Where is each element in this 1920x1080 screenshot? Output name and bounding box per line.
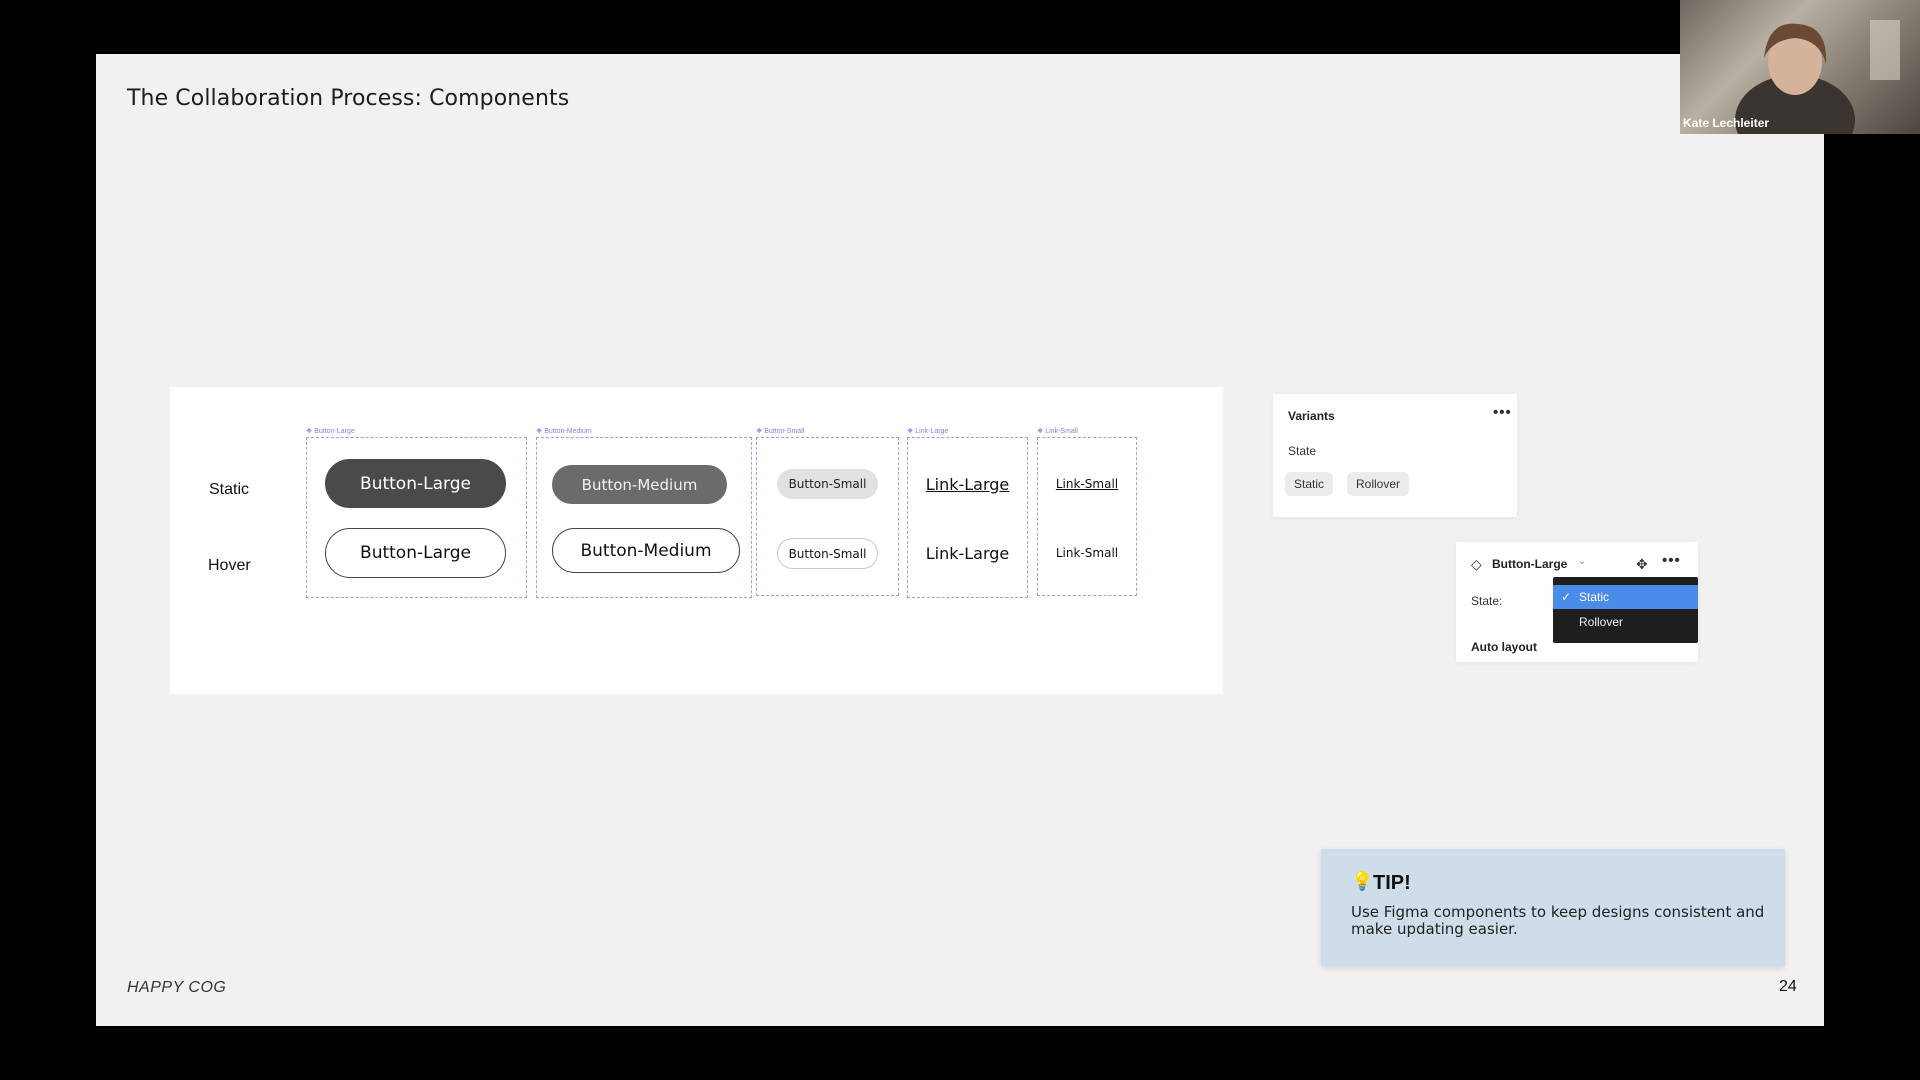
- link-small-hover[interactable]: Link-Small: [1037, 542, 1137, 564]
- move-icon[interactable]: ✥: [1636, 556, 1648, 573]
- lightbulb-icon: 💡: [1351, 871, 1374, 891]
- component-diamond-icon: ◇: [1471, 556, 1482, 572]
- frame-tag-button-large: ❖ Button-Large: [306, 428, 355, 435]
- state-dropdown-menu[interactable]: ✓ Static Rollover: [1553, 577, 1698, 643]
- more-options-icon[interactable]: •••: [1662, 552, 1681, 569]
- component-name[interactable]: Button-Large: [1492, 557, 1567, 571]
- button-large-static[interactable]: Button-Large: [325, 459, 506, 508]
- chevron-down-icon[interactable]: ⌄: [1578, 556, 1586, 567]
- link-large-hover[interactable]: Link-Large: [907, 540, 1028, 566]
- component-icon: ❖: [1037, 428, 1046, 435]
- component-icon: ❖: [756, 428, 765, 435]
- dropdown-option-static[interactable]: ✓ Static: [1553, 585, 1698, 609]
- component-icon: ❖: [536, 428, 545, 435]
- frame-link-large[interactable]: [907, 437, 1028, 598]
- participant-video-feed: [1735, 20, 1900, 134]
- button-large-hover[interactable]: Button-Large: [325, 528, 506, 578]
- link-small-static[interactable]: Link-Small: [1037, 473, 1137, 495]
- frame-tag-link-large: ❖ Link-Large: [907, 428, 949, 435]
- dropdown-option-rollover[interactable]: Rollover: [1553, 610, 1698, 634]
- variants-panel: Variants ••• State Static Rollover: [1273, 394, 1517, 517]
- component-icon: ❖: [907, 428, 916, 435]
- frame-tag-button-small: ❖ Button-Small: [756, 428, 805, 435]
- participant-video-tile[interactable]: Kate Lechleiter: [1680, 0, 1920, 134]
- frame-tag-button-medium: ❖ Button-Medium: [536, 428, 592, 435]
- participant-name: Kate Lechleiter: [1683, 116, 1770, 130]
- auto-layout-label: Auto layout: [1471, 640, 1537, 654]
- button-medium-hover[interactable]: Button-Medium: [552, 528, 740, 573]
- presentation-slide: The Collaboration Process: Components St…: [96, 54, 1824, 1026]
- variants-heading: Variants: [1288, 409, 1335, 423]
- component-properties-panel: ◇ Button-Large ⌄ ✥ ••• State: Auto layou…: [1456, 542, 1698, 662]
- component-canvas: Static Hover ❖ Button-Large Button-Large…: [170, 387, 1223, 694]
- tip-text: Use Figma components to keep designs con…: [1351, 903, 1765, 938]
- component-icon: ❖: [306, 428, 315, 435]
- slide-title: The Collaboration Process: Components: [127, 86, 570, 111]
- frame-button-small[interactable]: [756, 437, 899, 596]
- page-number: 24: [1779, 978, 1797, 995]
- brand-footer: HAPPY COG: [127, 979, 227, 996]
- button-medium-static[interactable]: Button-Medium: [552, 465, 727, 504]
- row-label-static: Static: [209, 481, 250, 498]
- variant-chip-static[interactable]: Static: [1285, 472, 1334, 496]
- checkmark-icon: ✓: [1560, 590, 1572, 604]
- state-property-label: State: [1288, 444, 1317, 458]
- button-small-hover[interactable]: Button-Small: [777, 538, 878, 569]
- state-label: State:: [1471, 594, 1503, 608]
- frame-button-medium[interactable]: [536, 437, 752, 598]
- more-options-icon[interactable]: •••: [1493, 404, 1512, 421]
- row-label-hover: Hover: [208, 557, 251, 574]
- frame-link-small[interactable]: [1037, 437, 1137, 596]
- tip-title: TIP!: [1373, 872, 1411, 894]
- variant-chip-rollover[interactable]: Rollover: [1347, 472, 1410, 496]
- frame-tag-link-small: ❖ Link-Small: [1037, 428, 1078, 435]
- link-large-static[interactable]: Link-Large: [907, 471, 1028, 497]
- button-small-static[interactable]: Button-Small: [777, 469, 878, 499]
- tip-box: 💡 TIP! Use Figma components to keep desi…: [1321, 849, 1785, 966]
